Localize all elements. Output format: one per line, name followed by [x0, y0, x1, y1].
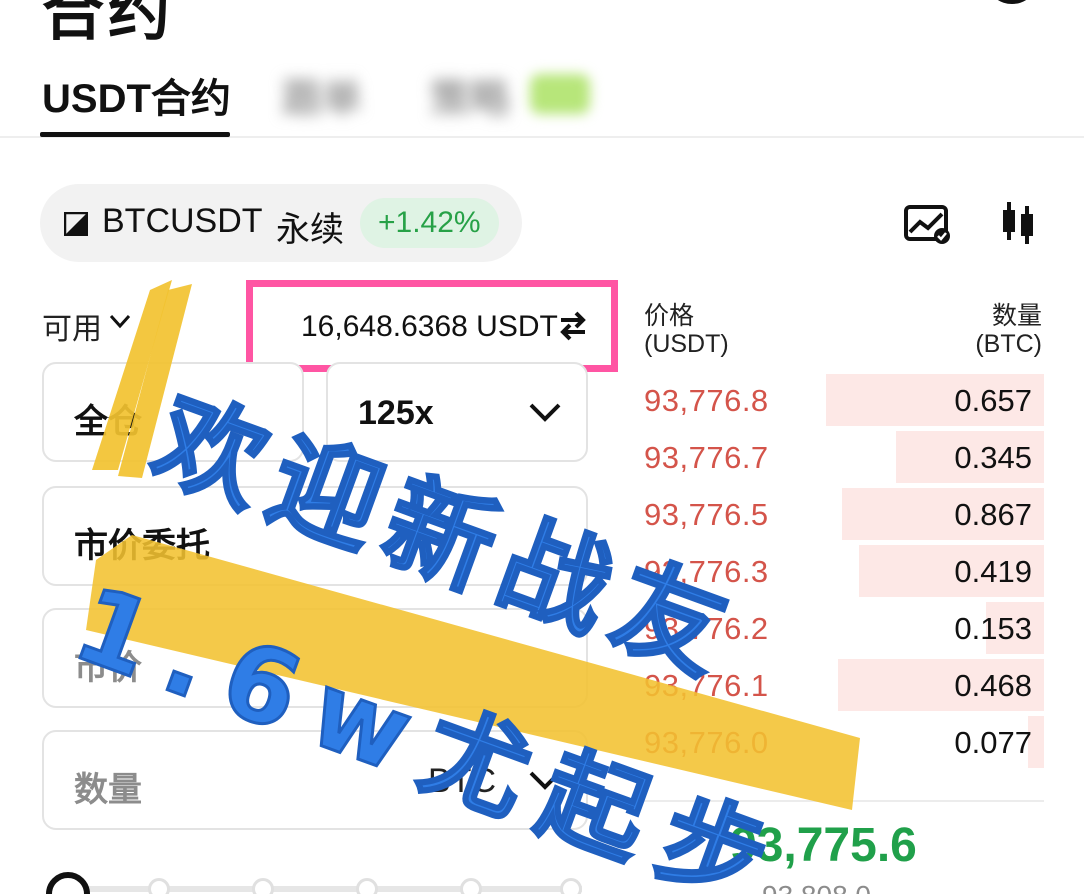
pair-selector[interactable]: BTCUSDT 永续 +1.42%	[40, 184, 522, 262]
ask-qty: 0.867	[954, 497, 1032, 532]
active-tab-indicator	[40, 132, 230, 137]
page-title: 合约	[42, 0, 175, 48]
price-header-unit: (USDT)	[644, 330, 729, 358]
pair-type: 永续	[276, 211, 344, 249]
quantity-placeholder: 数量	[74, 771, 142, 809]
candlestick-icon[interactable]	[1000, 200, 1036, 246]
ask-price: 93,776.8	[644, 383, 769, 418]
orderbook-price-header: 价格 (USDT)	[644, 302, 729, 358]
slider-tick[interactable]	[148, 878, 170, 894]
orderbook-ask-row[interactable]: 93,776.5 0.867	[632, 488, 1044, 542]
settings-icon[interactable]	[990, 0, 1034, 4]
orderbook-ask-row[interactable]: 93,776.7 0.345	[632, 431, 1044, 485]
pair-switch-icon	[64, 212, 88, 236]
orderbook-qty-header: 数量 (BTC)	[975, 302, 1042, 358]
slider-tick[interactable]	[460, 878, 482, 894]
ask-qty: 0.419	[954, 554, 1032, 589]
pair-name: BTCUSDT	[102, 202, 263, 240]
chevron-down-icon[interactable]	[108, 312, 132, 330]
chart-icon[interactable]	[904, 204, 950, 244]
amount-slider-handle[interactable]	[46, 872, 90, 894]
transfer-icon[interactable]	[559, 311, 587, 341]
price-change-badge: +1.42%	[360, 198, 499, 248]
slider-tick[interactable]	[252, 878, 274, 894]
ask-price: 93,776.7	[644, 440, 769, 475]
margin-mode-value: 全仓	[74, 403, 142, 441]
available-label[interactable]: 可用	[42, 304, 102, 348]
qty-header-label: 数量	[991, 302, 1042, 330]
ask-qty: 0.077	[954, 725, 1032, 760]
slider-tick[interactable]	[560, 878, 582, 894]
tab-usdt-contract[interactable]: USDT合约	[42, 66, 231, 124]
tab-badge	[530, 74, 590, 114]
available-balance-highlight: 16,648.6368 USDT	[246, 280, 618, 372]
price-header-label: 价格	[644, 302, 695, 330]
ask-qty: 0.153	[954, 611, 1032, 646]
orderbook-ask-row[interactable]: 93,776.8 0.657	[632, 374, 1044, 428]
available-balance: 16,648.6368 USDT	[301, 310, 558, 343]
contract-tabs: USDT合约 跟单 策略	[0, 50, 1084, 138]
qty-header-unit: (BTC)	[975, 330, 1042, 358]
chevron-down-icon	[529, 403, 561, 422]
tab-strategy[interactable]: 策略	[430, 66, 510, 124]
ask-qty: 0.345	[954, 440, 1032, 475]
tab-copy-trading[interactable]: 跟单	[282, 66, 362, 124]
ask-qty: 0.468	[954, 668, 1032, 703]
ask-qty: 0.657	[954, 383, 1032, 418]
slider-tick[interactable]	[356, 878, 378, 894]
